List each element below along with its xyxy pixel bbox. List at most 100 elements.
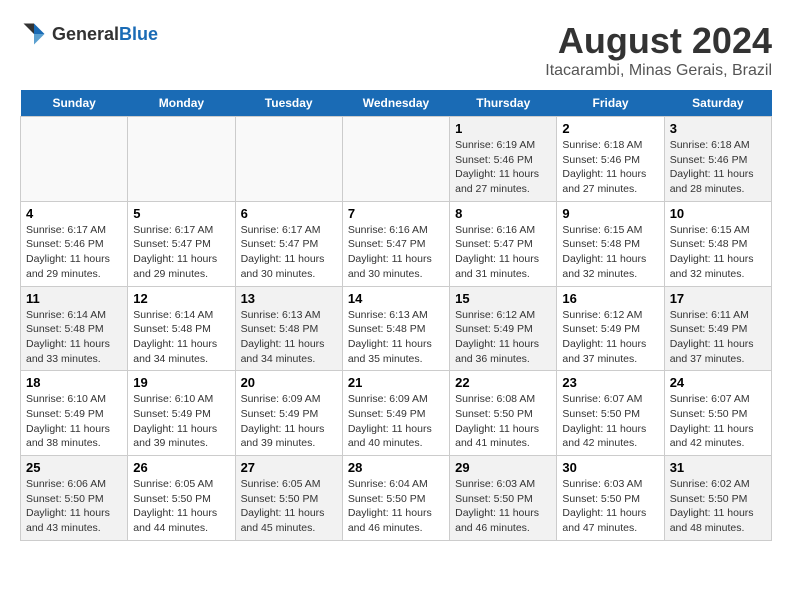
- day-number: 17: [670, 291, 766, 306]
- calendar-cell: 26 Sunrise: 6:05 AM Sunset: 5:50 PM Dayli…: [128, 456, 235, 541]
- calendar-cell: 31 Sunrise: 6:02 AM Sunset: 5:50 PM Dayli…: [664, 456, 771, 541]
- day-number: 29: [455, 460, 551, 475]
- day-detail: Sunrise: 6:18 AM Sunset: 5:46 PM Dayligh…: [670, 138, 766, 197]
- day-detail: Sunrise: 6:09 AM Sunset: 5:49 PM Dayligh…: [241, 392, 337, 451]
- calendar-cell: 15Sunrise: 6:12 AM Sunset: 5:49 PM Dayli…: [450, 286, 557, 371]
- calendar-cell: 2 Sunrise: 6:18 AM Sunset: 5:46 PM Daylig…: [557, 117, 664, 202]
- day-header-saturday: Saturday: [664, 90, 771, 117]
- header: GeneralBlue August 2024 Itacarambi, Mina…: [20, 20, 772, 80]
- calendar-cell: 6 Sunrise: 6:17 AM Sunset: 5:47 PM Daylig…: [235, 201, 342, 286]
- day-detail: Sunrise: 6:19 AM Sunset: 5:46 PM Dayligh…: [455, 138, 551, 197]
- calendar-cell: [342, 117, 449, 202]
- day-number: 24: [670, 375, 766, 390]
- day-number: 8: [455, 206, 551, 221]
- day-detail: Sunrise: 6:10 AM Sunset: 5:49 PM Dayligh…: [26, 392, 122, 451]
- calendar-cell: 28Sunrise: 6:04 AM Sunset: 5:50 PM Dayli…: [342, 456, 449, 541]
- calendar-cell: 11 Sunrise: 6:14 AM Sunset: 5:48 PM Dayli…: [21, 286, 128, 371]
- calendar-cell: 23Sunrise: 6:07 AM Sunset: 5:50 PM Dayli…: [557, 371, 664, 456]
- day-number: 7: [348, 206, 444, 221]
- logo-text-blue: Blue: [119, 24, 158, 44]
- day-number: 5: [133, 206, 229, 221]
- calendar-cell: 20 Sunrise: 6:09 AM Sunset: 5:49 PM Dayli…: [235, 371, 342, 456]
- day-number: 18: [26, 375, 122, 390]
- day-detail: Sunrise: 6:13 AM Sunset: 5:48 PM Dayligh…: [241, 308, 337, 367]
- day-detail: Sunrise: 6:13 AM Sunset: 5:48 PM Dayligh…: [348, 308, 444, 367]
- day-detail: Sunrise: 6:09 AM Sunset: 5:49 PM Dayligh…: [348, 392, 444, 451]
- day-number: 11: [26, 291, 122, 306]
- day-detail: Sunrise: 6:16 AM Sunset: 5:47 PM Dayligh…: [348, 223, 444, 282]
- calendar-cell: 9Sunrise: 6:15 AM Sunset: 5:48 PM Daylig…: [557, 201, 664, 286]
- day-number: 16: [562, 291, 658, 306]
- day-detail: Sunrise: 6:15 AM Sunset: 5:48 PM Dayligh…: [670, 223, 766, 282]
- day-number: 27: [241, 460, 337, 475]
- day-number: 22: [455, 375, 551, 390]
- day-detail: Sunrise: 6:12 AM Sunset: 5:49 PM Dayligh…: [562, 308, 658, 367]
- day-detail: Sunrise: 6:04 AM Sunset: 5:50 PM Dayligh…: [348, 477, 444, 536]
- calendar-cell: 30Sunrise: 6:03 AM Sunset: 5:50 PM Dayli…: [557, 456, 664, 541]
- day-number: 15: [455, 291, 551, 306]
- day-number: 10: [670, 206, 766, 221]
- day-detail: Sunrise: 6:15 AM Sunset: 5:48 PM Dayligh…: [562, 223, 658, 282]
- logo-icon: [20, 20, 48, 48]
- day-detail: Sunrise: 6:14 AM Sunset: 5:48 PM Dayligh…: [26, 308, 122, 367]
- day-number: 20: [241, 375, 337, 390]
- main-title: August 2024: [545, 20, 772, 62]
- day-header-row: SundayMondayTuesdayWednesdayThursdayFrid…: [21, 90, 772, 117]
- day-number: 25: [26, 460, 122, 475]
- calendar-cell: 17Sunrise: 6:11 AM Sunset: 5:49 PM Dayli…: [664, 286, 771, 371]
- title-area: August 2024 Itacarambi, Minas Gerais, Br…: [545, 20, 772, 80]
- week-row-3: 11 Sunrise: 6:14 AM Sunset: 5:48 PM Dayli…: [21, 286, 772, 371]
- day-detail: Sunrise: 6:05 AM Sunset: 5:50 PM Dayligh…: [241, 477, 337, 536]
- calendar-cell: 10 Sunrise: 6:15 AM Sunset: 5:48 PM Dayli…: [664, 201, 771, 286]
- calendar-cell: 14Sunrise: 6:13 AM Sunset: 5:48 PM Dayli…: [342, 286, 449, 371]
- day-number: 4: [26, 206, 122, 221]
- day-number: 2: [562, 121, 658, 136]
- calendar-cell: 16 Sunrise: 6:12 AM Sunset: 5:49 PM Dayli…: [557, 286, 664, 371]
- day-detail: Sunrise: 6:03 AM Sunset: 5:50 PM Dayligh…: [455, 477, 551, 536]
- day-header-friday: Friday: [557, 90, 664, 117]
- day-detail: Sunrise: 6:02 AM Sunset: 5:50 PM Dayligh…: [670, 477, 766, 536]
- day-detail: Sunrise: 6:06 AM Sunset: 5:50 PM Dayligh…: [26, 477, 122, 536]
- day-number: 13: [241, 291, 337, 306]
- day-detail: Sunrise: 6:18 AM Sunset: 5:46 PM Dayligh…: [562, 138, 658, 197]
- day-header-thursday: Thursday: [450, 90, 557, 117]
- calendar-cell: 22 Sunrise: 6:08 AM Sunset: 5:50 PM Dayli…: [450, 371, 557, 456]
- week-row-2: 4 Sunrise: 6:17 AM Sunset: 5:46 PM Daylig…: [21, 201, 772, 286]
- calendar-cell: 25 Sunrise: 6:06 AM Sunset: 5:50 PM Dayli…: [21, 456, 128, 541]
- day-number: 19: [133, 375, 229, 390]
- day-number: 21: [348, 375, 444, 390]
- day-detail: Sunrise: 6:17 AM Sunset: 5:47 PM Dayligh…: [241, 223, 337, 282]
- calendar-cell: 24Sunrise: 6:07 AM Sunset: 5:50 PM Dayli…: [664, 371, 771, 456]
- day-detail: Sunrise: 6:08 AM Sunset: 5:50 PM Dayligh…: [455, 392, 551, 451]
- calendar-cell: 18 Sunrise: 6:10 AM Sunset: 5:49 PM Dayli…: [21, 371, 128, 456]
- day-header-wednesday: Wednesday: [342, 90, 449, 117]
- week-row-5: 25 Sunrise: 6:06 AM Sunset: 5:50 PM Dayli…: [21, 456, 772, 541]
- day-number: 23: [562, 375, 658, 390]
- day-detail: Sunrise: 6:17 AM Sunset: 5:47 PM Dayligh…: [133, 223, 229, 282]
- week-row-4: 18 Sunrise: 6:10 AM Sunset: 5:49 PM Dayli…: [21, 371, 772, 456]
- day-detail: Sunrise: 6:17 AM Sunset: 5:46 PM Dayligh…: [26, 223, 122, 282]
- calendar-cell: 4 Sunrise: 6:17 AM Sunset: 5:46 PM Daylig…: [21, 201, 128, 286]
- calendar-cell: 8Sunrise: 6:16 AM Sunset: 5:47 PM Daylig…: [450, 201, 557, 286]
- day-number: 6: [241, 206, 337, 221]
- calendar-table: SundayMondayTuesdayWednesdayThursdayFrid…: [20, 90, 772, 541]
- calendar-cell: 7 Sunrise: 6:16 AM Sunset: 5:47 PM Daylig…: [342, 201, 449, 286]
- day-detail: Sunrise: 6:14 AM Sunset: 5:48 PM Dayligh…: [133, 308, 229, 367]
- calendar-cell: [128, 117, 235, 202]
- day-number: 31: [670, 460, 766, 475]
- calendar-cell: 1Sunrise: 6:19 AM Sunset: 5:46 PM Daylig…: [450, 117, 557, 202]
- day-header-sunday: Sunday: [21, 90, 128, 117]
- logo: GeneralBlue: [20, 20, 158, 48]
- calendar-cell: 13 Sunrise: 6:13 AM Sunset: 5:48 PM Dayli…: [235, 286, 342, 371]
- calendar-cell: 3 Sunrise: 6:18 AM Sunset: 5:46 PM Daylig…: [664, 117, 771, 202]
- day-number: 30: [562, 460, 658, 475]
- calendar-cell: 29 Sunrise: 6:03 AM Sunset: 5:50 PM Dayli…: [450, 456, 557, 541]
- calendar-cell: 21 Sunrise: 6:09 AM Sunset: 5:49 PM Dayli…: [342, 371, 449, 456]
- day-number: 26: [133, 460, 229, 475]
- logo-text-general: General: [52, 24, 119, 44]
- day-header-tuesday: Tuesday: [235, 90, 342, 117]
- day-number: 3: [670, 121, 766, 136]
- day-detail: Sunrise: 6:05 AM Sunset: 5:50 PM Dayligh…: [133, 477, 229, 536]
- calendar-cell: 12Sunrise: 6:14 AM Sunset: 5:48 PM Dayli…: [128, 286, 235, 371]
- calendar-cell: 27 Sunrise: 6:05 AM Sunset: 5:50 PM Dayli…: [235, 456, 342, 541]
